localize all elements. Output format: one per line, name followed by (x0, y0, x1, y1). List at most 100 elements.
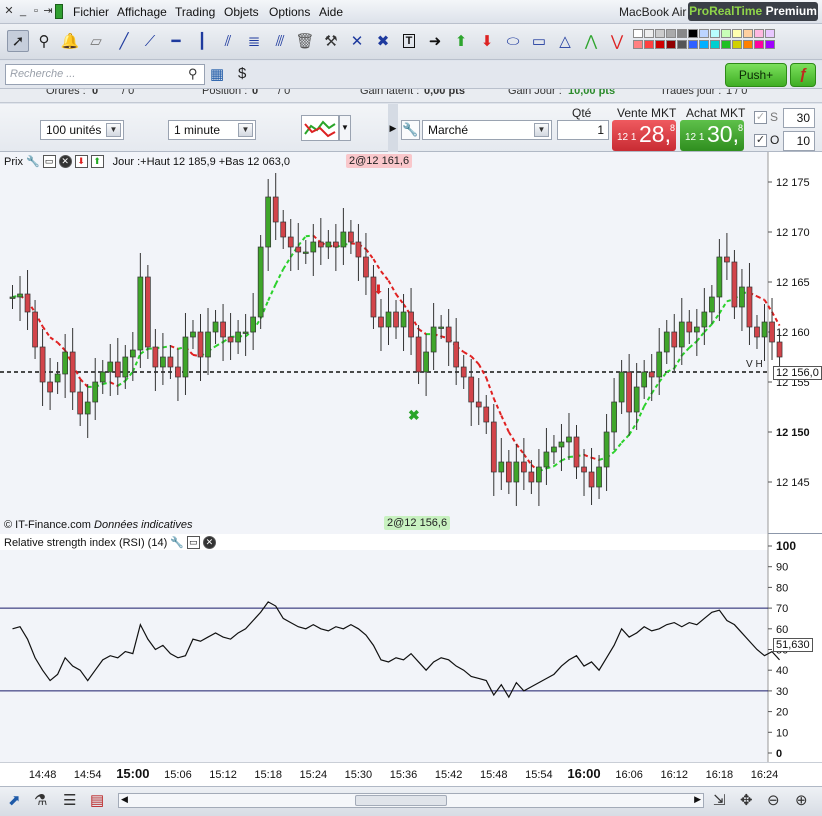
menu-aide[interactable]: Aide (319, 5, 343, 19)
rsi-pane[interactable]: 1009080706050403020100 Relative strength… (0, 534, 822, 762)
zoom-in-icon[interactable]: ⊕ (795, 791, 808, 809)
text-tool-icon[interactable]: T (398, 30, 420, 52)
color-swatch[interactable] (666, 40, 676, 49)
channel-icon[interactable]: ⫽ (217, 30, 239, 52)
wrench-icon[interactable]: 🔧 (170, 536, 184, 549)
rsi-chart[interactable]: 1009080706050403020100 (0, 534, 822, 762)
maximize-pane-icon[interactable]: ▭ (186, 536, 200, 549)
order-tag-bottom[interactable]: 2@12 156,6 (384, 516, 451, 530)
maximize-pane-icon[interactable]: ▭ (42, 155, 56, 168)
dollar-tree-icon[interactable]: $ (238, 65, 246, 82)
alert-bell-icon[interactable]: 🔔 (59, 30, 81, 52)
push-button[interactable]: Push+ (725, 63, 787, 87)
cross-icon[interactable]: ✕ (346, 30, 368, 52)
wrench-icon[interactable]: 🔧 (26, 155, 40, 168)
menu-fichier[interactable]: Fichier (73, 5, 109, 19)
move-up-icon[interactable]: ⬆ (90, 155, 104, 168)
search-input[interactable]: Recherche ... (5, 64, 205, 85)
scrollbar-thumb[interactable] (355, 795, 447, 806)
timeframe-select[interactable]: 1 minute ▼ (168, 120, 256, 140)
minimize-window-icon[interactable]: _ (17, 4, 29, 18)
color-swatch[interactable] (765, 29, 775, 38)
order-tag-top[interactable]: 2@12 161,6 (346, 154, 413, 168)
scroll-left-icon[interactable]: ◀ (121, 794, 128, 805)
color-swatch[interactable] (666, 29, 676, 38)
gann-fan-icon[interactable]: ⫻ (269, 30, 291, 52)
color-swatch[interactable] (688, 40, 698, 49)
horizontal-line-icon[interactable]: ━ (165, 30, 187, 52)
color-swatch[interactable] (688, 29, 698, 38)
move-down-icon[interactable]: ⬇ (74, 155, 88, 168)
volume-icon[interactable]: ▤ (90, 791, 104, 809)
ellipse-icon[interactable]: ⬭ (502, 30, 524, 52)
watchlist-icon[interactable]: ▦ (210, 65, 224, 83)
color-swatch[interactable] (754, 40, 764, 49)
auto-scroll-icon[interactable]: ⇲ (713, 791, 726, 809)
menu-objets[interactable]: Objets (224, 5, 259, 19)
arrow-right-icon[interactable]: ➜ (424, 30, 446, 52)
color-swatch[interactable] (743, 29, 753, 38)
search-icon[interactable]: ⚲ (188, 66, 198, 82)
segment-icon[interactable]: ╱ (113, 30, 135, 52)
menu-affichage[interactable]: Affichage (117, 5, 167, 19)
color-swatch[interactable] (710, 40, 720, 49)
objective-input[interactable]: 10 (783, 131, 815, 151)
color-swatch[interactable] (721, 40, 731, 49)
pointer-icon[interactable]: ➚ (7, 30, 29, 52)
scroll-right-icon[interactable]: ▶ (694, 794, 701, 805)
sell-mkt-button[interactable]: 12 1 28, 8 (612, 120, 676, 151)
hammer-icon[interactable]: ⚒ (320, 30, 342, 52)
line-icon[interactable]: ⟋ (139, 30, 161, 52)
color-swatch[interactable] (655, 40, 665, 49)
close-pane-icon[interactable]: ✕ (58, 155, 72, 168)
trash-icon[interactable]: 🗑 (294, 30, 316, 52)
zoom-out-icon[interactable]: ⊖ (767, 791, 780, 809)
cross-lines-icon[interactable]: ✖ (372, 30, 394, 52)
prorealtime-signal-icon[interactable]: ƒ (790, 63, 816, 87)
indicators-icon[interactable]: ⚗ (34, 791, 47, 809)
color-swatch[interactable] (732, 29, 742, 38)
price-chart[interactable]: 12 17512 17012 16512 16012 15512 15012 1… (0, 152, 822, 534)
order-type-select[interactable]: Marché ▼ (422, 120, 552, 140)
color-swatch[interactable] (633, 29, 643, 38)
price-chart-pane[interactable]: 12 175 12 170 12 165 12 160 12 155 12 150 12 1… (0, 152, 822, 534)
vertical-line-icon[interactable]: ┃ (191, 30, 213, 52)
color-swatch[interactable] (699, 40, 709, 49)
list-icon[interactable]: ☰ (63, 791, 76, 809)
wave-up-icon[interactable]: ⋀ (580, 30, 602, 52)
time-axis[interactable]: 14:48 14:54 15:00 15:06 15:12 15:18 15:24 15:30… (0, 762, 822, 786)
arrow-down-icon[interactable]: ⬇ (476, 30, 498, 52)
chart-type-dropdown-icon[interactable]: ▼ (339, 115, 351, 141)
panel-collapse-icon[interactable]: ▶ (388, 104, 398, 152)
rectangle-icon[interactable]: ▭ (528, 30, 550, 52)
color-swatch[interactable] (743, 40, 753, 49)
color-swatch[interactable] (710, 29, 720, 38)
color-swatch[interactable] (765, 40, 775, 49)
color-swatch[interactable] (677, 29, 687, 38)
arrow-up-icon[interactable]: ⬆ (450, 30, 472, 52)
menu-trading[interactable]: Trading (175, 5, 215, 19)
fit-chart-icon[interactable]: ✥ (740, 791, 753, 809)
wrench-icon[interactable]: 🔧 (401, 120, 420, 140)
close-pane-icon[interactable]: ✕ (202, 536, 216, 549)
zoom-icon[interactable]: ⚲ (33, 30, 55, 52)
color-swatch[interactable] (644, 40, 654, 49)
color-swatch[interactable] (754, 29, 764, 38)
fibonacci-icon[interactable]: ≣ (243, 30, 265, 52)
chart-type-button[interactable] (301, 115, 339, 141)
pin-icon[interactable]: ⇥ (42, 4, 54, 18)
restore-window-icon[interactable]: ▫ (30, 4, 42, 18)
color-swatch[interactable] (732, 40, 742, 49)
stop-input[interactable]: 30 (783, 108, 815, 128)
buy-mkt-button[interactable]: 12 1 30, 8 (680, 120, 744, 151)
stop-checkbox[interactable]: ✓ (754, 111, 767, 124)
horizontal-scrollbar[interactable]: ◀ ▶ (118, 793, 704, 808)
color-swatch[interactable] (655, 29, 665, 38)
color-swatch[interactable] (644, 29, 654, 38)
color-swatch[interactable] (721, 29, 731, 38)
triangle-icon[interactable]: △ (554, 30, 576, 52)
wave-down-icon[interactable]: ⋁ (606, 30, 628, 52)
units-select[interactable]: 100 unités ▼ (40, 120, 124, 140)
close-window-icon[interactable]: ✕ (3, 4, 15, 18)
objective-checkbox[interactable]: ✓ (754, 134, 767, 147)
